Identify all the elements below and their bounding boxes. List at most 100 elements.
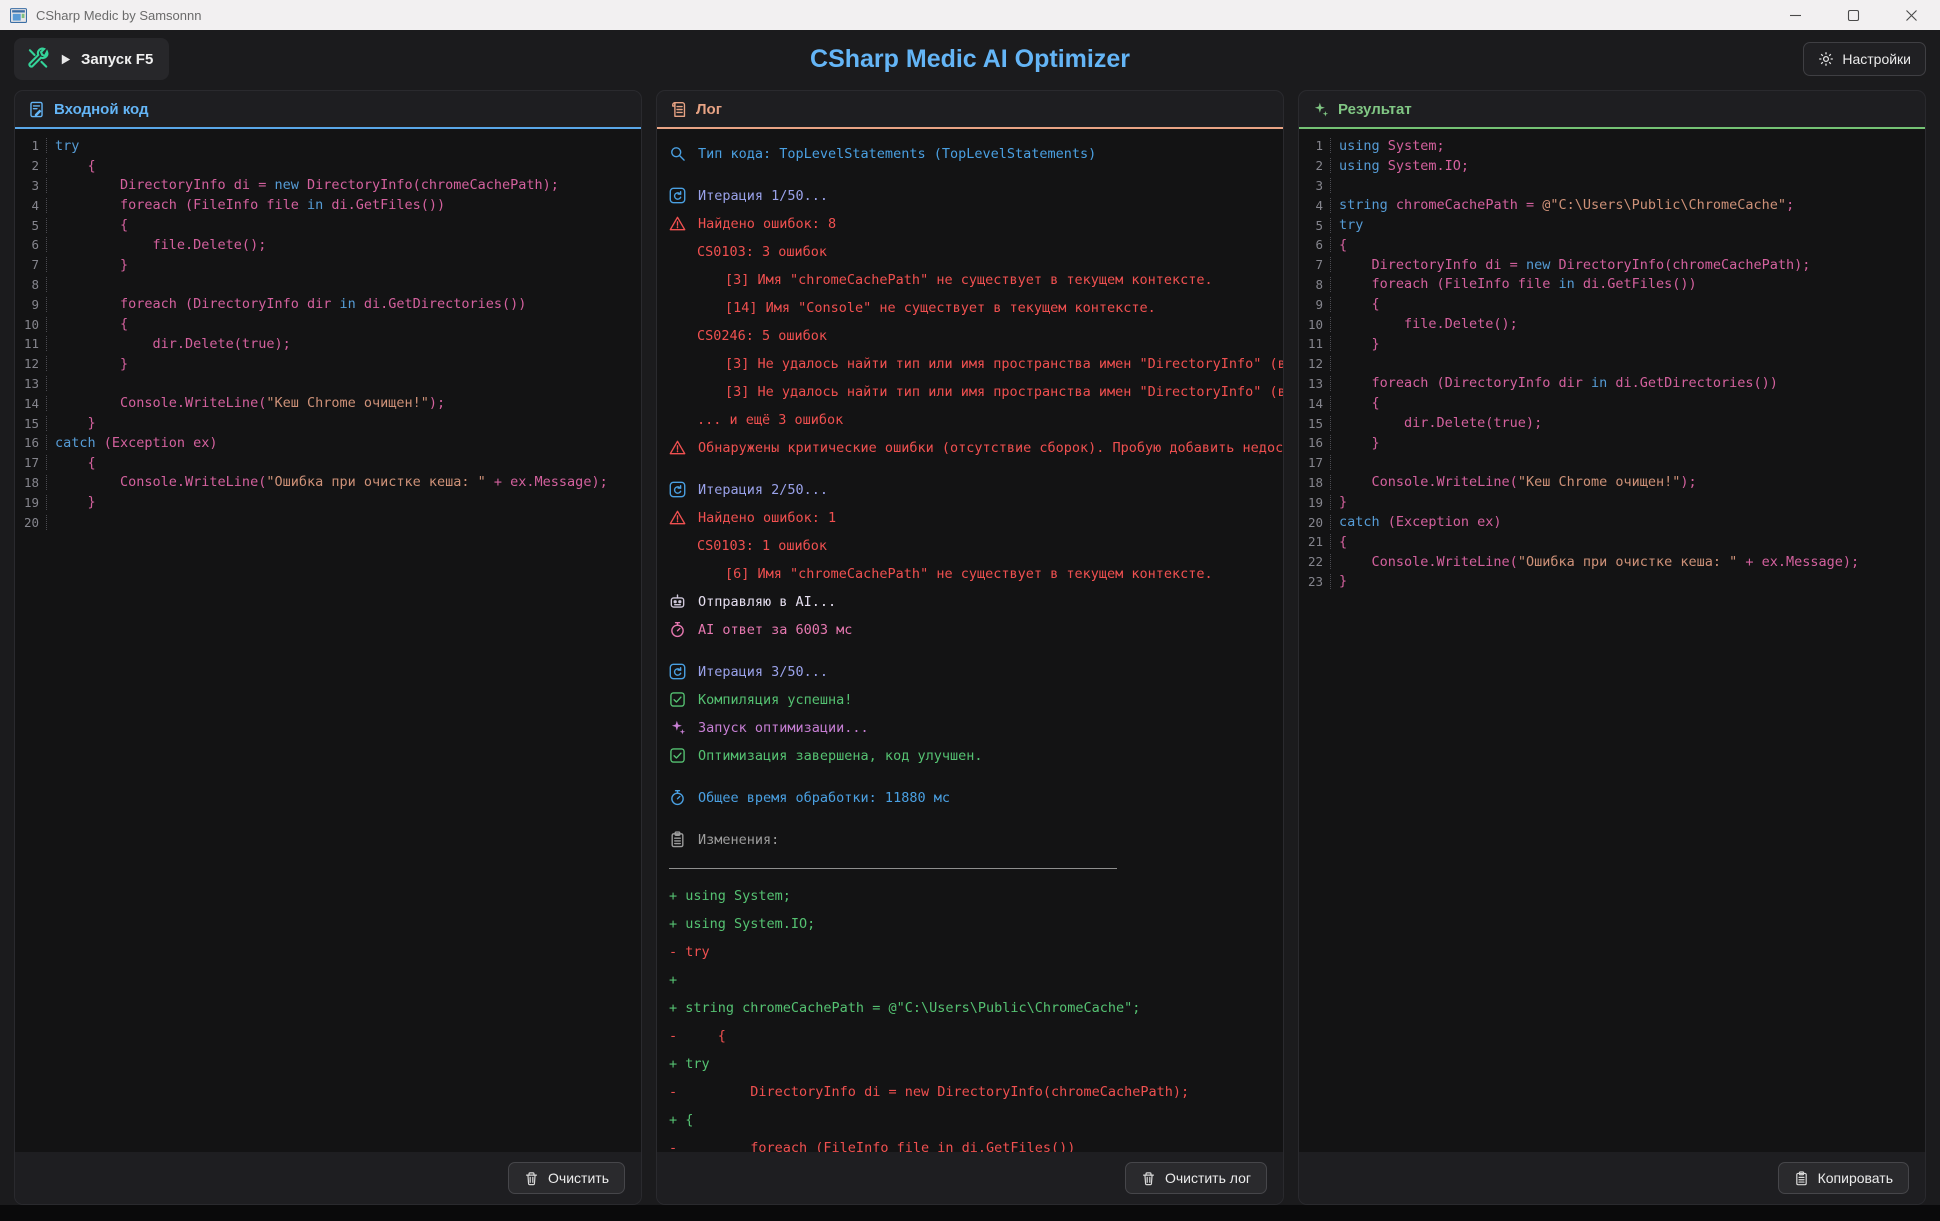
log-entry-text: CS0103: 1 ошибок [697, 538, 827, 554]
code-line-text: } [47, 415, 96, 431]
code-line-text: file.Delete(); [1331, 316, 1518, 332]
log-entry: - DirectoryInfo di = new DirectoryInfo(c… [657, 1078, 1283, 1106]
code-line-number: 10 [15, 317, 47, 332]
code-line-text: { [1331, 534, 1347, 550]
code-line-text: DirectoryInfo di = new DirectoryInfo(chr… [47, 177, 559, 193]
trash-icon [1141, 1171, 1156, 1186]
code-line: 19} [1299, 492, 1925, 512]
code-line-number: 23 [1299, 574, 1331, 589]
log-entry: Найдено ошибок: 1 [657, 504, 1283, 532]
log-list[interactable]: Тип кода: TopLevelStatements (TopLevelSt… [657, 129, 1283, 1152]
settings-button[interactable]: Настройки [1803, 42, 1926, 76]
code-line-text: Console.WriteLine("Ошибка при очистке ке… [1331, 554, 1859, 570]
code-line-number: 12 [1299, 356, 1331, 371]
code-line: 1try [15, 136, 641, 156]
code-line: 12 [1299, 354, 1925, 374]
code-line: 11 dir.Delete(true); [15, 334, 641, 354]
clear-input-label: Очистить [548, 1170, 609, 1186]
log-entry: [6] Имя "chromeCachePath" не существует … [657, 560, 1283, 588]
code-line-number: 6 [15, 237, 47, 252]
code-line: 8 foreach (FileInfo file in di.GetFiles(… [1299, 275, 1925, 295]
code-line-text: using System.IO; [1331, 158, 1469, 174]
clear-input-button[interactable]: Очистить [508, 1162, 625, 1194]
maximize-button[interactable] [1824, 0, 1882, 30]
log-entry-text: CS0103: 3 ошибок [697, 244, 827, 260]
tools-icon [26, 47, 50, 71]
log-divider [657, 854, 1283, 882]
clipboard-icon [1794, 1171, 1809, 1186]
code-line-number: 8 [15, 277, 47, 292]
input-panel-footer: Очистить [15, 1152, 641, 1204]
minimize-icon [1789, 9, 1802, 22]
warning-icon [669, 439, 687, 457]
log-entry-text: Итерация 2/50... [698, 482, 828, 498]
warning-icon [669, 509, 687, 527]
code-line-number: 13 [15, 376, 47, 391]
close-button[interactable] [1882, 0, 1940, 30]
log-entry-text: Обнаружены критические ошибки (отсутстви… [698, 440, 1283, 456]
code-line: 10 file.Delete(); [1299, 314, 1925, 334]
code-line: 21{ [1299, 532, 1925, 552]
log-entry-text: + string chromeCachePath = @"C:\Users\Pu… [669, 1000, 1140, 1016]
code-line: 1using System; [1299, 136, 1925, 156]
code-line-text: foreach (DirectoryInfo dir in di.GetDire… [47, 296, 526, 312]
copy-result-button[interactable]: Копировать [1778, 1162, 1909, 1194]
code-line-number: 15 [1299, 416, 1331, 431]
minimize-button[interactable] [1766, 0, 1824, 30]
code-line-number: 19 [15, 495, 47, 510]
iteration-icon [669, 187, 687, 205]
code-line-number: 4 [1299, 198, 1331, 213]
code-line-number: 2 [15, 158, 47, 173]
run-button-label: Запуск F5 [81, 51, 153, 68]
clear-log-label: Очистить лог [1165, 1170, 1251, 1186]
log-entry: Запуск оптимизации... [657, 714, 1283, 742]
window-bottom-strip [0, 1205, 1940, 1221]
code-line: 5try [1299, 215, 1925, 235]
code-line-number: 10 [1299, 317, 1331, 332]
log-entry: + string chromeCachePath = @"C:\Users\Pu… [657, 994, 1283, 1022]
code-line: 14 Console.WriteLine("Кеш Chrome очищен!… [15, 393, 641, 413]
log-entry-text: + [669, 972, 677, 988]
code-line-text: { [47, 455, 96, 471]
log-gap [657, 462, 1283, 476]
code-line: 20catch (Exception ex) [1299, 512, 1925, 532]
log-panel-header: Лог [657, 91, 1283, 129]
code-line-text: foreach (DirectoryInfo dir in di.GetDire… [1331, 375, 1778, 391]
code-line: 22 Console.WriteLine("Ошибка при очистке… [1299, 552, 1925, 572]
code-line-number: 12 [15, 356, 47, 371]
settings-button-label: Настройки [1842, 51, 1911, 67]
code-line-number: 14 [15, 396, 47, 411]
titlebar[interactable]: CSharp Medic by Samsonnn [0, 0, 1940, 30]
log-entry: [3] Имя "chromeCachePath" не существует … [657, 266, 1283, 294]
log-gap [657, 812, 1283, 826]
code-line-text: } [47, 494, 96, 510]
log-entry: [3] Не удалось найти тип или имя простра… [657, 350, 1283, 378]
log-entry-text: Изменения: [698, 832, 779, 848]
log-entry: - { [657, 1022, 1283, 1050]
log-entry: Тип кода: TopLevelStatements (TopLevelSt… [657, 140, 1283, 168]
code-line: 18 Console.WriteLine("Ошибка при очистке… [15, 473, 641, 493]
close-icon [1905, 9, 1918, 22]
code-line-number: 1 [15, 138, 47, 153]
log-entry: Найдено ошибок: 8 [657, 210, 1283, 238]
code-line: 20 [15, 512, 641, 532]
result-panel-header: Результат [1299, 91, 1925, 129]
code-line-text: DirectoryInfo di = new DirectoryInfo(chr… [1331, 257, 1810, 273]
code-line: 6 file.Delete(); [15, 235, 641, 255]
panels-row: Входной код 1try2 {3 DirectoryInfo di = … [0, 88, 1940, 1205]
code-line-number: 15 [15, 416, 47, 431]
scroll-icon [670, 101, 687, 118]
log-entry-text: + { [669, 1112, 693, 1128]
log-entry: - foreach (FileInfo file in di.GetFiles(… [657, 1134, 1283, 1152]
code-line-number: 5 [15, 218, 47, 233]
log-entry-text: [6] Имя "chromeCachePath" не существует … [725, 566, 1213, 582]
code-line-number: 18 [15, 475, 47, 490]
clear-log-button[interactable]: Очистить лог [1125, 1162, 1267, 1194]
run-button[interactable]: Запуск F5 [14, 38, 169, 80]
result-code-view[interactable]: 1using System;2using System.IO;34string … [1299, 129, 1925, 1152]
code-line: 9 { [1299, 294, 1925, 314]
code-line-text: Console.WriteLine("Ошибка при очистке ке… [47, 474, 608, 490]
code-line-text: using System; [1331, 138, 1445, 154]
log-entry: CS0103: 3 ошибок [657, 238, 1283, 266]
input-code-editor[interactable]: 1try2 {3 DirectoryInfo di = new Director… [15, 129, 641, 1152]
